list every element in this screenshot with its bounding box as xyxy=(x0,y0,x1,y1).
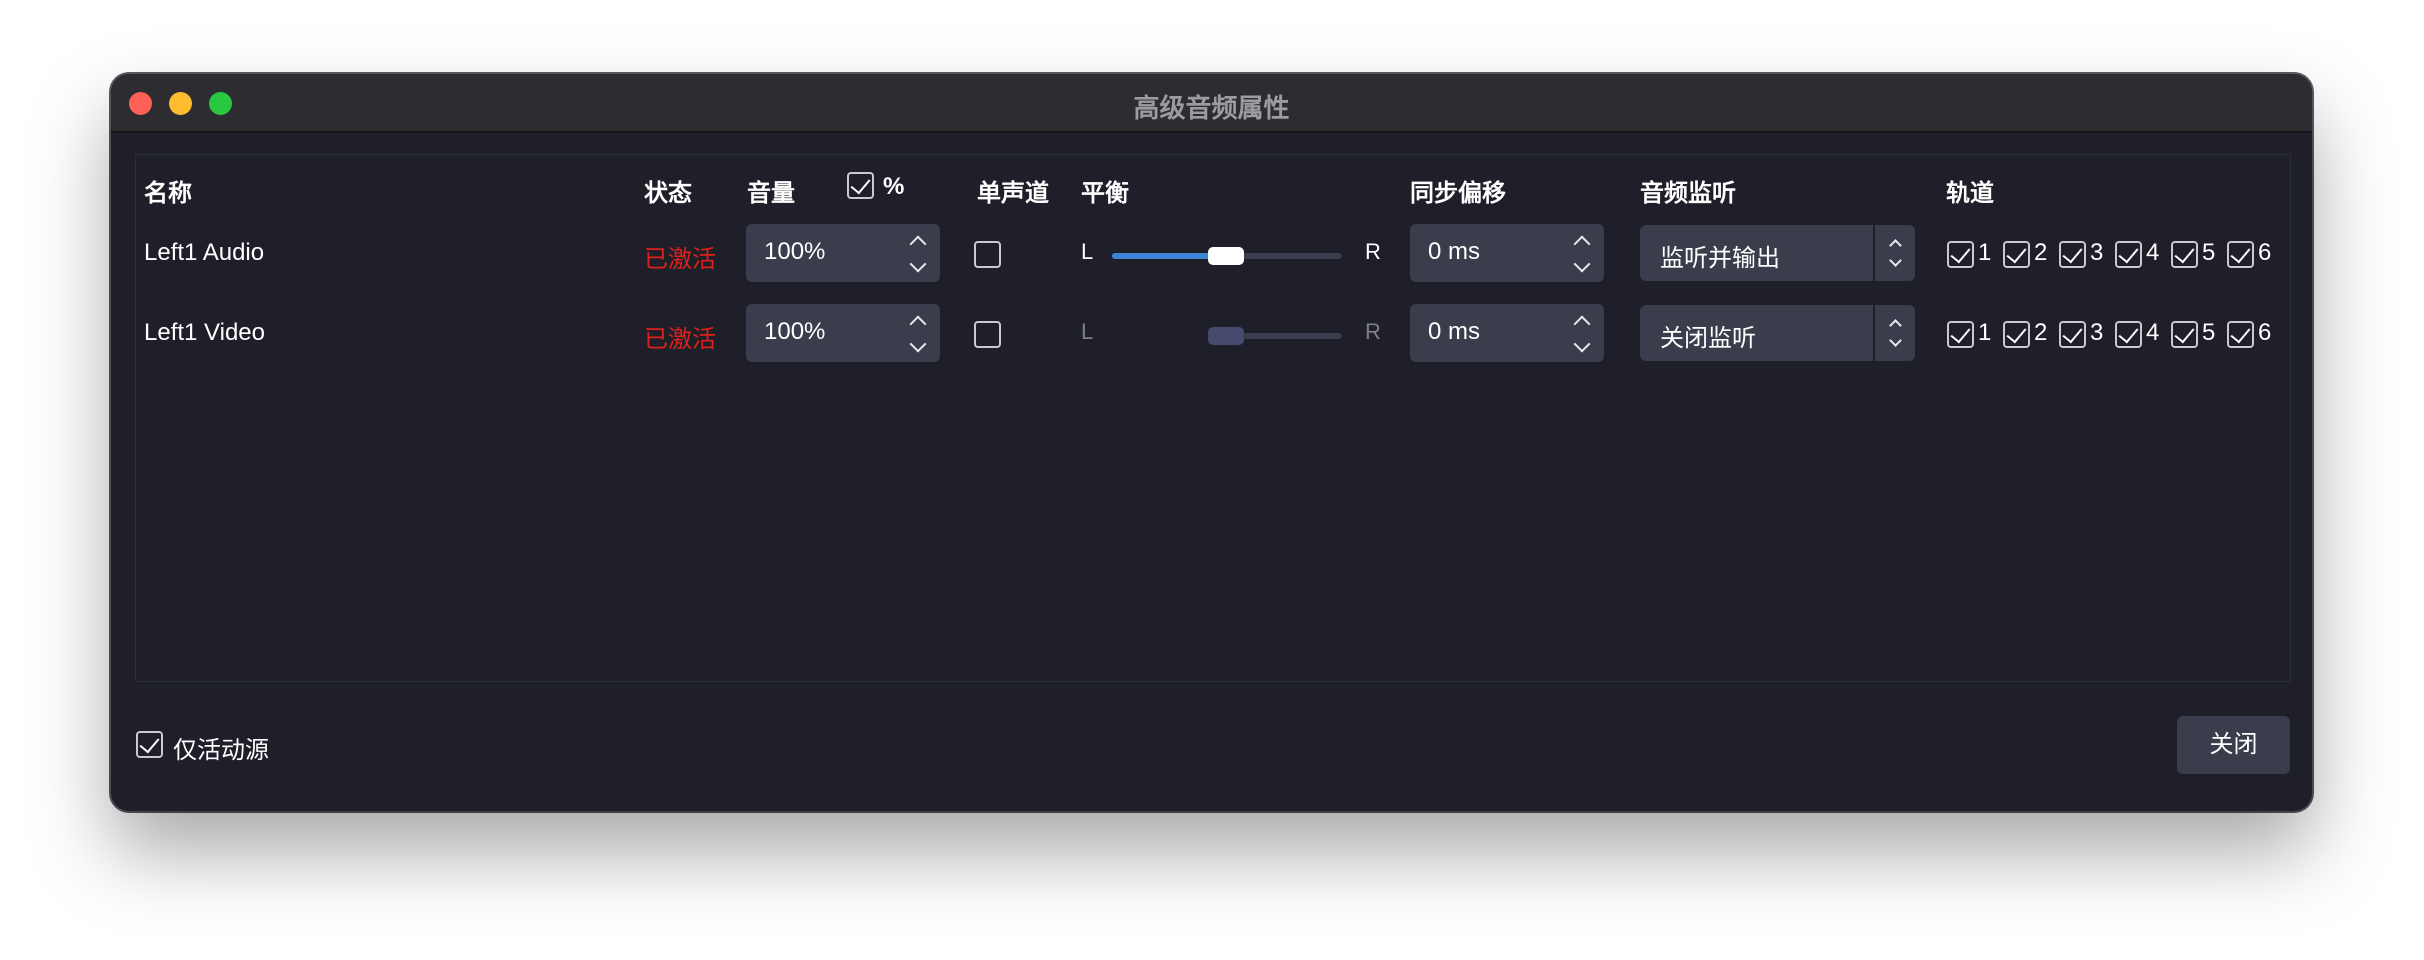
audio-sources-table: 名称 状态 音量 % 单声道 平衡 同步偏移 音频监听 轨道 Left1 Aud… xyxy=(135,154,2291,682)
sync-offset-spinbox[interactable]: 0 ms xyxy=(1410,304,1604,362)
balance-slider-handle[interactable] xyxy=(1208,247,1244,265)
track-6-label: 6 xyxy=(2258,239,2272,266)
mono-checkbox[interactable] xyxy=(974,321,1001,348)
close-button[interactable]: 关闭 xyxy=(2177,716,2290,774)
track-3-label: 3 xyxy=(2090,239,2104,266)
track-3-checkbox[interactable] xyxy=(2059,321,2086,348)
header-balance: 平衡 xyxy=(1081,180,1129,207)
chevron-up-icon xyxy=(1888,319,1902,332)
balance-right-label: R xyxy=(1365,319,1381,344)
track-6-label: 6 xyxy=(2258,319,2272,346)
chevron-up-icon[interactable] xyxy=(909,315,927,333)
header-name: 名称 xyxy=(144,180,192,207)
track-5-checkbox[interactable] xyxy=(2171,241,2198,268)
monitoring-select[interactable]: 监听并输出 xyxy=(1640,225,1915,281)
chevron-down-icon[interactable] xyxy=(1573,335,1591,353)
status-badge: 已激活 xyxy=(644,246,716,273)
track-5-label: 5 xyxy=(2202,319,2216,346)
advanced-audio-properties-window: 高级音频属性 名称 状态 音量 % 单声道 平衡 同步偏移 音频监听 轨道 Le… xyxy=(111,74,2312,811)
chevron-down-icon[interactable] xyxy=(909,255,927,273)
monitoring-value: 关闭监听 xyxy=(1660,325,1756,352)
sync-offset-value: 0 ms xyxy=(1428,318,1481,345)
title-bar: 高级音频属性 xyxy=(111,74,2312,133)
track-2-label: 2 xyxy=(2034,239,2048,266)
chevron-up-icon[interactable] xyxy=(909,235,927,253)
chevron-up-icon[interactable] xyxy=(1573,315,1591,333)
sync-offset-spinbox[interactable]: 0 ms xyxy=(1410,224,1604,282)
chevron-down-icon xyxy=(1888,254,1902,267)
header-percent: % xyxy=(883,173,905,200)
track-2-checkbox[interactable] xyxy=(2003,321,2030,348)
balance-right-label: R xyxy=(1365,239,1381,264)
balance-left-label: L xyxy=(1081,239,1094,264)
mono-checkbox[interactable] xyxy=(974,241,1001,268)
active-only-checkbox[interactable] xyxy=(136,731,163,758)
track-2-label: 2 xyxy=(2034,319,2048,346)
track-3-label: 3 xyxy=(2090,319,2104,346)
track-5-label: 5 xyxy=(2202,239,2216,266)
track-2-checkbox[interactable] xyxy=(2003,241,2030,268)
chevron-up-icon[interactable] xyxy=(1573,235,1591,253)
chevron-down-icon[interactable] xyxy=(1573,255,1591,273)
track-6-checkbox[interactable] xyxy=(2227,241,2254,268)
track-1-label: 1 xyxy=(1978,319,1992,346)
header-status: 状态 xyxy=(644,180,692,207)
percent-checkbox[interactable] xyxy=(847,172,874,199)
track-1-label: 1 xyxy=(1978,239,1992,266)
header-tracks: 轨道 xyxy=(1946,180,1994,207)
volume-value: 100% xyxy=(764,238,826,265)
header-volume: 音量 xyxy=(747,180,795,207)
track-4-checkbox[interactable] xyxy=(2115,321,2142,348)
monitoring-value: 监听并输出 xyxy=(1660,245,1780,272)
track-3-checkbox[interactable] xyxy=(2059,241,2086,268)
track-5-checkbox[interactable] xyxy=(2171,321,2198,348)
sync-offset-value: 0 ms xyxy=(1428,238,1481,265)
volume-spinbox[interactable]: 100% xyxy=(746,224,940,282)
chevron-down-icon xyxy=(1888,334,1902,347)
track-6-checkbox[interactable] xyxy=(2227,321,2254,348)
track-4-label: 4 xyxy=(2146,239,2160,266)
header-sync-offset: 同步偏移 xyxy=(1410,180,1506,207)
active-only-label: 仅活动源 xyxy=(173,737,269,764)
header-monitoring: 音频监听 xyxy=(1640,180,1736,207)
header-mono: 单声道 xyxy=(977,180,1049,207)
chevron-up-icon xyxy=(1888,239,1902,252)
source-name: Left1 Audio xyxy=(144,239,265,266)
track-1-checkbox[interactable] xyxy=(1947,241,1974,268)
source-name: Left1 Video xyxy=(144,319,265,346)
balance-slider-handle xyxy=(1208,327,1244,345)
track-1-checkbox[interactable] xyxy=(1947,321,1974,348)
window-title: 高级音频属性 xyxy=(1133,93,1290,123)
volume-value: 100% xyxy=(764,318,826,345)
track-4-label: 4 xyxy=(2146,319,2160,346)
balance-left-label: L xyxy=(1081,319,1094,344)
monitoring-select[interactable]: 关闭监听 xyxy=(1640,305,1915,361)
status-badge: 已激活 xyxy=(644,326,716,353)
chevron-down-icon[interactable] xyxy=(909,335,927,353)
volume-spinbox[interactable]: 100% xyxy=(746,304,940,362)
track-4-checkbox[interactable] xyxy=(2115,241,2142,268)
